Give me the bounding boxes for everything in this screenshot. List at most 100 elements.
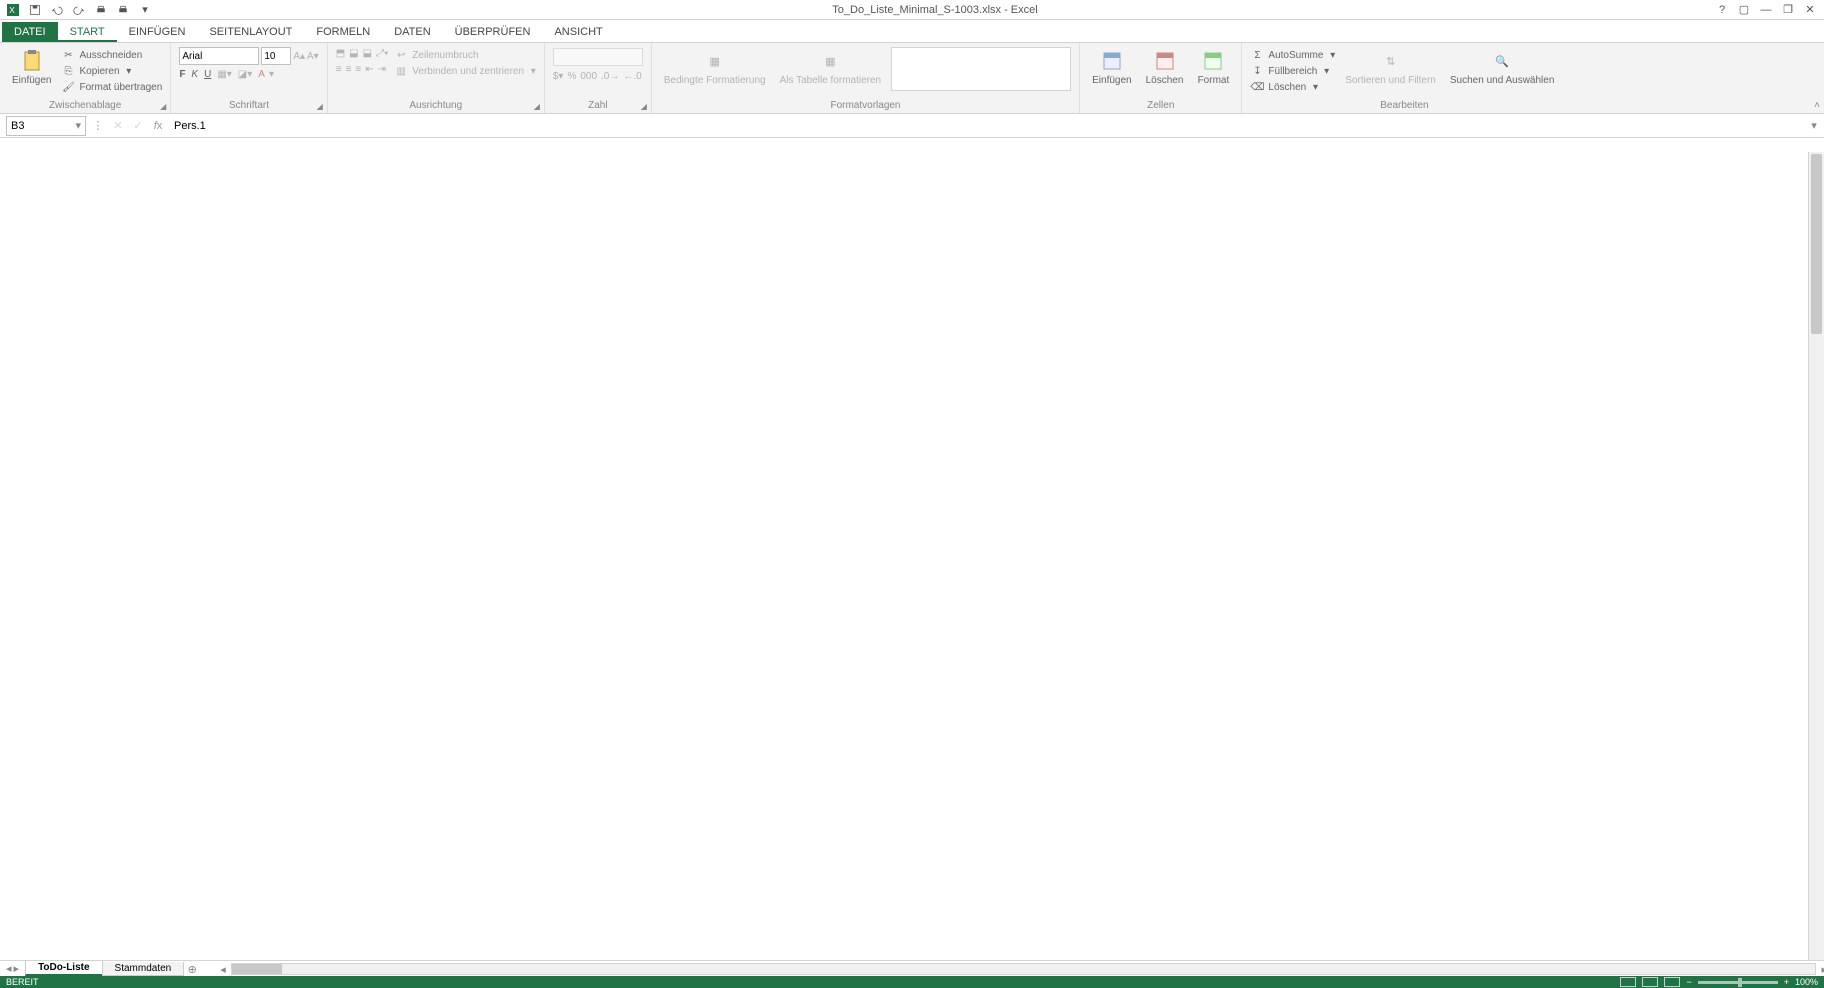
format-painter-button[interactable]: 🖌Format übertragen [61,79,162,95]
zoom-out-icon[interactable]: − [1686,977,1691,987]
align-right-icon[interactable]: ≡ [355,63,361,76]
launcher-icon[interactable]: ◢ [641,102,647,111]
collapse-ribbon-icon[interactable]: ˄ [1814,100,1820,111]
format-as-table-button[interactable]: ▦Als Tabelle formatieren [776,47,886,88]
scrollbar-thumb[interactable] [232,964,282,974]
redo-icon[interactable] [70,1,88,19]
format-icon [1201,49,1225,73]
group-styles: ▦Bedingte Formatierung ▦Als Tabelle form… [652,43,1080,113]
sheet-tab-stammdaten[interactable]: Stammdaten [102,962,185,976]
qat-customize-icon[interactable]: ▾ [136,1,154,19]
orientation-icon[interactable]: ⤢▾ [376,47,388,60]
cell-styles-gallery[interactable] [891,47,1071,91]
indent-dec-icon[interactable]: ⇤ [365,63,373,76]
table-icon: ▦ [818,49,842,73]
comma-icon[interactable]: 000 [580,70,597,83]
sheet-nav-prev-icon[interactable]: ◂ [6,962,12,975]
sheet-nav-next-icon[interactable]: ▸ [14,962,20,975]
bold-button[interactable]: F [179,68,185,81]
zoom-level[interactable]: 100% [1795,977,1818,987]
clear-button[interactable]: ⌫Löschen ▾ [1250,79,1335,95]
tab-insert[interactable]: EINFÜGEN [117,22,198,42]
align-middle-icon[interactable]: ⬓ [349,47,358,60]
horizontal-scrollbar[interactable]: ◂▸ [231,963,1816,975]
delete-icon [1153,49,1177,73]
fill-color-icon[interactable]: ◪▾ [238,68,252,81]
number-format-selector[interactable] [553,48,643,66]
tab-review[interactable]: ÜBERPRÜFEN [443,22,543,42]
print-preview-icon[interactable] [114,1,132,19]
wrap-text-button[interactable]: ↩Zeilenumbruch [394,47,536,63]
increase-font-icon[interactable]: A▴ [293,47,305,65]
paste-button[interactable]: Einfügen [8,47,55,88]
group-label-number: Zahl◢ [553,100,643,113]
save-icon[interactable] [26,1,44,19]
format-cells-button[interactable]: Format [1193,47,1233,88]
tab-view[interactable]: ANSICHT [542,22,614,42]
zoom-in-icon[interactable]: + [1784,977,1789,987]
font-name-input[interactable] [179,47,259,65]
delete-cells-button[interactable]: Löschen [1142,47,1188,88]
cond-format-icon: ▦ [703,49,727,73]
launcher-icon[interactable]: ◢ [534,102,540,111]
insert-function-icon[interactable]: fx [148,120,168,132]
copy-button[interactable]: ⎘Kopieren ▾ [61,63,162,79]
decrease-font-icon[interactable]: A▾ [307,47,319,65]
eraser-icon: ⌫ [1250,80,1264,94]
percent-icon[interactable]: % [567,70,576,83]
formula-input[interactable]: Pers.1 [168,120,1804,132]
close-icon[interactable]: ✕ [1800,2,1820,18]
expand-formula-bar-icon[interactable]: ▾ [1804,119,1824,132]
align-top-icon[interactable]: ⬒ [336,47,345,60]
conditional-formatting-button[interactable]: ▦Bedingte Formatierung [660,47,770,88]
tab-data[interactable]: DATEN [382,22,442,42]
launcher-icon[interactable]: ◢ [160,102,166,111]
currency-icon[interactable]: $▾ [553,70,564,83]
restore-icon[interactable]: ❐ [1778,2,1798,18]
align-left-icon[interactable]: ≡ [336,63,342,76]
cancel-formula-icon[interactable]: ✕ [108,119,128,132]
autosum-button[interactable]: ΣAutoSumme ▾ [1250,47,1335,63]
quick-print-icon[interactable] [92,1,110,19]
sort-filter-button[interactable]: ⇅Sortieren und Filtern [1341,47,1440,88]
zoom-slider[interactable] [1698,981,1778,984]
increase-decimal-icon[interactable]: .0→ [601,70,619,83]
tab-start[interactable]: START [58,22,117,42]
indent-inc-icon[interactable]: ⇥ [378,63,386,76]
help-icon[interactable]: ? [1712,2,1732,18]
italic-button[interactable]: K [191,68,198,81]
sheet-tab-bar: ◂ ▸ ToDo-Liste Stammdaten ⊕ ◂▸ [0,960,1824,976]
align-bottom-icon[interactable]: ⬓ [363,47,372,60]
tab-pagelayout[interactable]: SEITENLAYOUT [197,22,304,42]
fill-button[interactable]: ↧Füllbereich ▾ [1250,63,1335,79]
scrollbar-thumb[interactable] [1811,154,1822,334]
undo-icon[interactable] [48,1,66,19]
font-size-input[interactable] [261,47,291,65]
find-select-button[interactable]: 🔍Suchen und Auswählen [1446,47,1559,88]
worksheet-grid[interactable] [0,138,1824,960]
name-box[interactable]: B3▾ [6,116,86,136]
tab-file[interactable]: DATEI [2,22,58,42]
launcher-icon[interactable]: ◢ [317,102,323,111]
merge-center-button[interactable]: ▥Verbinden und zentrieren ▾ [394,63,536,79]
font-color-icon[interactable]: A▾ [258,68,274,81]
view-pagebreak-icon[interactable] [1664,977,1680,987]
align-center-icon[interactable]: ≡ [346,63,352,76]
enter-formula-icon[interactable]: ✓ [128,119,148,132]
ribbon-display-icon[interactable]: ▢ [1734,2,1754,18]
view-pagelayout-icon[interactable] [1642,977,1658,987]
insert-cells-button[interactable]: Einfügen [1088,47,1135,88]
minimize-icon[interactable]: — [1756,2,1776,18]
border-icon[interactable]: ▦▾ [217,68,231,81]
tab-formulas[interactable]: FORMELN [304,22,382,42]
decrease-decimal-icon[interactable]: ←.0 [623,70,641,83]
underline-button[interactable]: U [204,68,211,81]
cut-button[interactable]: ✂Ausschneiden [61,47,162,63]
wrap-icon: ↩ [394,48,408,62]
new-sheet-icon[interactable]: ⊕ [183,963,201,976]
sheet-tab-todo[interactable]: ToDo-Liste [25,961,102,976]
group-cells: Einfügen Löschen Format Zellen [1080,43,1242,113]
vertical-scrollbar[interactable] [1808,152,1824,960]
sigma-icon: Σ [1250,48,1264,62]
view-normal-icon[interactable] [1620,977,1636,987]
